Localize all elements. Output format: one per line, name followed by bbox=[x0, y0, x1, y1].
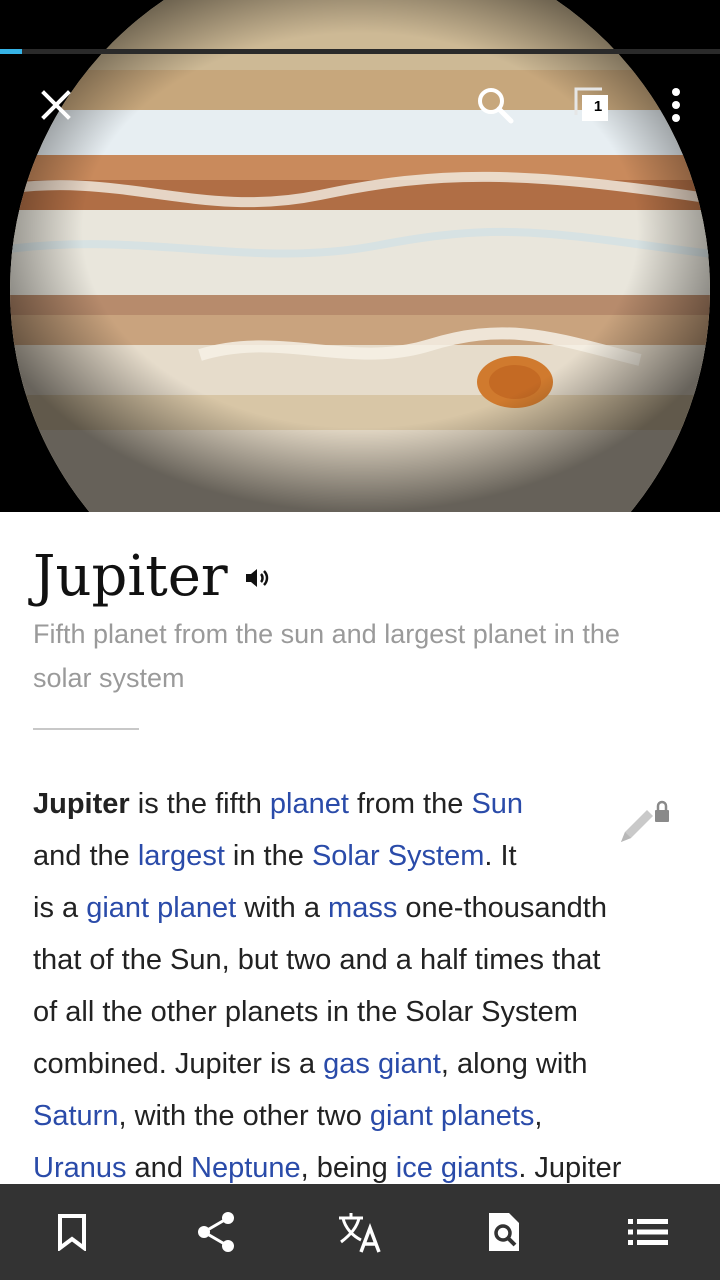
article-link[interactable]: largest bbox=[138, 840, 225, 872]
article-link[interactable]: Uranus bbox=[33, 1152, 127, 1184]
article-text: in the bbox=[224, 840, 312, 872]
translate-button[interactable] bbox=[320, 1192, 400, 1272]
article-text: , along with bbox=[440, 1048, 588, 1080]
article-text: with a bbox=[236, 892, 329, 924]
share-icon bbox=[198, 1212, 234, 1252]
article-text: . Jupiter bbox=[518, 1152, 622, 1184]
article-link[interactable]: mass bbox=[328, 892, 397, 924]
page-load-progress-track bbox=[0, 49, 720, 54]
search-icon bbox=[478, 88, 514, 124]
bottom-toolbar bbox=[0, 1184, 720, 1280]
speaker-icon bbox=[245, 568, 268, 587]
article-link[interactable]: giant planet bbox=[86, 892, 236, 924]
page-description: Fifth planet from the sun and largest pl… bbox=[33, 619, 620, 693]
article-text: and the bbox=[33, 840, 138, 872]
overflow-menu-icon bbox=[672, 88, 680, 122]
article-line: of all the other planets in the Solar Sy… bbox=[33, 986, 683, 1038]
article-link[interactable]: Saturn bbox=[33, 1100, 118, 1132]
table-of-contents-button[interactable] bbox=[608, 1192, 688, 1272]
article-line: and the largest in the Solar System. It bbox=[33, 830, 683, 882]
tabs-button[interactable]: 1 bbox=[564, 77, 620, 133]
close-icon bbox=[41, 90, 71, 120]
article-link[interactable]: gas giant bbox=[323, 1048, 441, 1080]
article-line: is a giant planet with a mass one-thousa… bbox=[33, 882, 683, 934]
article-line: that of the Sun, but two and a half time… bbox=[33, 934, 683, 986]
article-bold-text: Jupiter bbox=[33, 788, 130, 820]
article-line: combined. Jupiter is a gas giant, along … bbox=[33, 1038, 683, 1090]
find-in-page-button[interactable] bbox=[464, 1192, 544, 1272]
find-in-page-icon bbox=[489, 1213, 519, 1251]
article-text: . It bbox=[484, 840, 517, 872]
article-text: is the fifth bbox=[129, 788, 270, 820]
edit-locked-icon bbox=[621, 800, 669, 842]
overflow-menu-button[interactable] bbox=[648, 77, 704, 133]
article-line: Jupiter is the fifth planet from the Sun bbox=[33, 778, 683, 830]
article-body: Jupiter is the fifth planet from the Sun… bbox=[33, 778, 683, 1194]
bookmark-button[interactable] bbox=[32, 1192, 112, 1272]
article-text: , bbox=[534, 1100, 543, 1132]
translate-icon bbox=[339, 1213, 381, 1253]
pronunciation-button[interactable] bbox=[244, 566, 270, 595]
article-text: , with the other two bbox=[118, 1100, 370, 1132]
article-text: from the bbox=[348, 788, 472, 820]
article-text: is a bbox=[33, 892, 87, 924]
article-line: Saturn, with the other two giant planets… bbox=[33, 1090, 683, 1142]
article-text: one-thousandth bbox=[397, 892, 607, 924]
lead-image[interactable]: 1 bbox=[0, 0, 720, 512]
article-link[interactable]: ice giants bbox=[396, 1152, 519, 1184]
share-button[interactable] bbox=[176, 1192, 256, 1272]
article-text: and bbox=[126, 1152, 191, 1184]
article-link[interactable]: planet bbox=[270, 788, 349, 820]
title-divider bbox=[33, 728, 139, 730]
article-text: that of the Sun, but two and a half time… bbox=[33, 944, 601, 976]
article-link[interactable]: Sun bbox=[471, 788, 523, 820]
bookmark-icon bbox=[58, 1214, 86, 1251]
article-text: , being bbox=[300, 1152, 396, 1184]
search-button[interactable] bbox=[467, 77, 523, 133]
page-load-progress-fill bbox=[0, 49, 22, 54]
article-link[interactable]: Solar System bbox=[312, 840, 484, 872]
table-of-contents-icon bbox=[628, 1219, 668, 1245]
article-link[interactable]: giant planets bbox=[370, 1100, 534, 1132]
article-text: of all the other planets in the Solar Sy… bbox=[33, 996, 578, 1028]
tab-count: 1 bbox=[593, 98, 603, 115]
edit-locked-button[interactable] bbox=[617, 798, 673, 855]
title-row: Jupiter bbox=[33, 542, 270, 612]
close-button[interactable] bbox=[28, 77, 84, 133]
page-title: Jupiter bbox=[33, 544, 228, 609]
article-link[interactable]: Neptune bbox=[191, 1152, 301, 1184]
article-text: combined. Jupiter is a bbox=[33, 1048, 324, 1080]
